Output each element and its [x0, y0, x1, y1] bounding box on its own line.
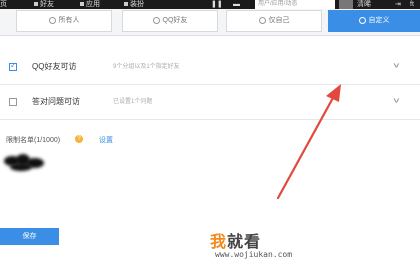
arrow-shaft [276, 94, 336, 200]
watermark-first-char: 我 [210, 232, 228, 251]
watermark-rest: 就看 [227, 232, 262, 251]
watermark-logo: 我就看 [210, 228, 261, 252]
watermark: 我就看 www.wojiukan.com [210, 228, 330, 276]
watermark-url: www.wojiukan.com [215, 250, 293, 259]
arrow-head [326, 84, 341, 102]
